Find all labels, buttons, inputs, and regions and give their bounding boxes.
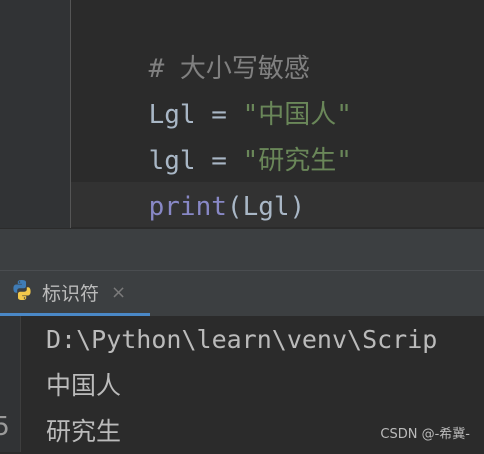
run-console[interactable]: 5 D:\Python\learn\venv\Scrip 中国人 研究生 CSD… [0,316,484,452]
console-output-line: 研究生 [46,417,122,446]
editor-gutter[interactable] [0,0,70,228]
console-gutter-divider [20,316,21,452]
code-line-3[interactable]: lgl = "研究生" [86,92,352,176]
python-icon [10,278,34,306]
editor-bottom-area [0,228,484,271]
tab-label: 标识符 [42,282,100,305]
watermark: CSDN @-希冀- [380,427,470,442]
close-icon[interactable]: × [111,282,126,303]
code-editor[interactable]: # 大小写敏感 Lgl = "中国人" lgl = "研究生" print(Lg… [0,0,484,266]
code-line-2[interactable]: Lgl = "中国人" [86,46,352,130]
console-output-line: 中国人 [46,371,122,400]
tab-run-config[interactable]: 标识符 × [0,271,150,317]
console-output-line: D:\Python\learn\venv\Scrip [46,325,438,354]
code-line-4[interactable]: print(Lgl) [86,138,306,222]
code-line-5[interactable]: print(lgl) [86,182,306,266]
run-tool-window-header: 标识符 × [0,270,484,317]
code-line-1[interactable]: # 大小写敏感 [86,0,310,84]
gutter-glyph: 5 [0,412,10,442]
